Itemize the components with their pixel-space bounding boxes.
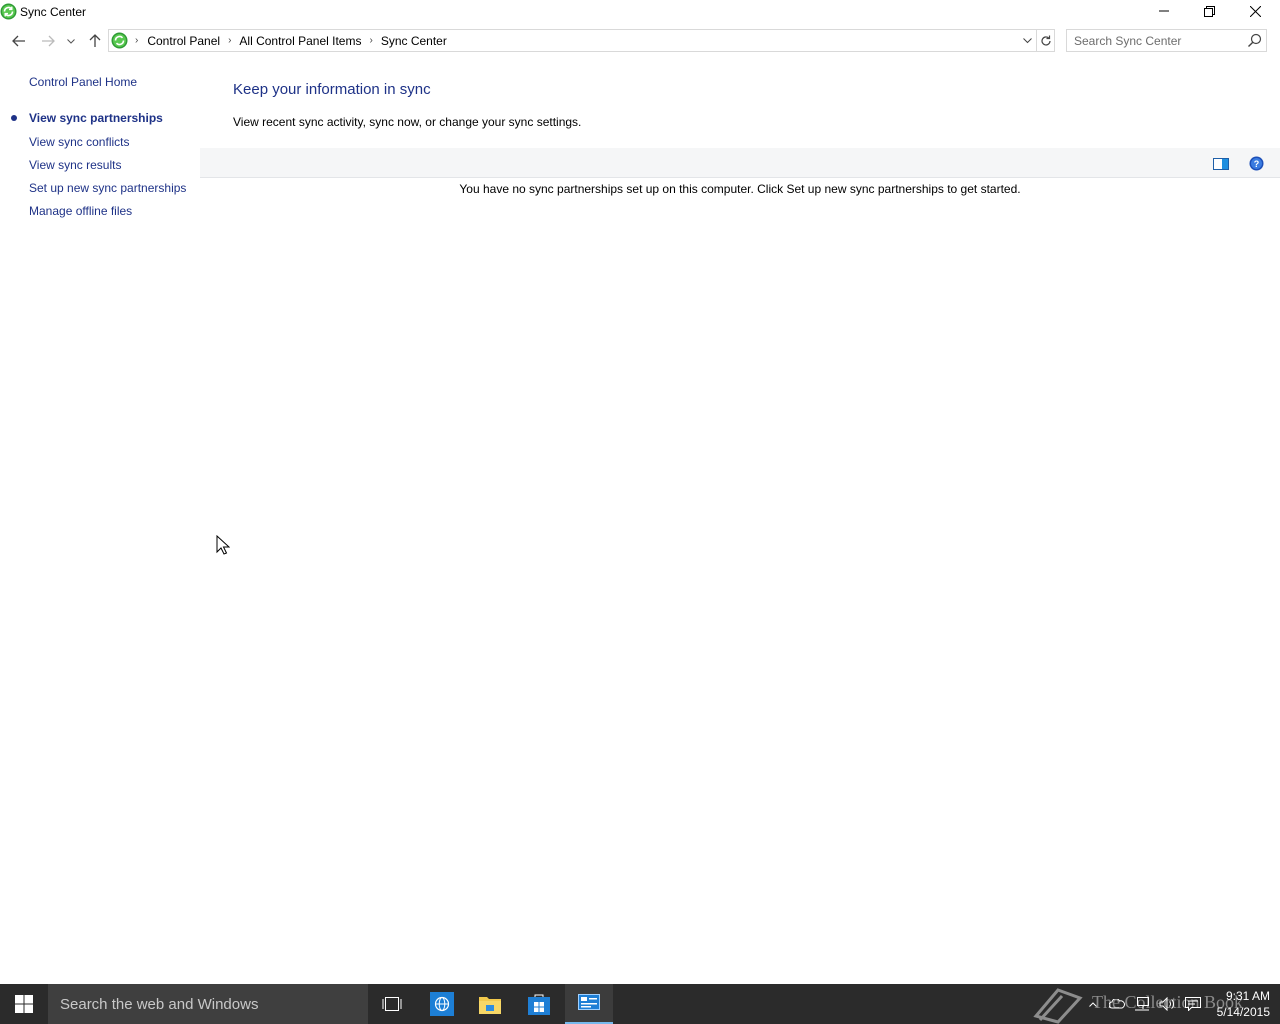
speaker-icon — [1159, 997, 1174, 1011]
globe-icon — [430, 992, 454, 1016]
svg-text:?: ? — [1254, 159, 1260, 169]
network-tray-button[interactable] — [1132, 984, 1152, 1024]
restore-icon — [1203, 5, 1215, 17]
address-dropdown-button[interactable] — [1018, 30, 1036, 51]
minimize-icon — [1159, 10, 1169, 12]
chevron-right-icon[interactable]: › — [135, 35, 138, 46]
show-hidden-icons-button[interactable] — [1086, 984, 1100, 1024]
restore-button[interactable] — [1186, 0, 1232, 22]
notification-icon — [1185, 997, 1201, 1011]
taskbar: Search the web and Windows The Collectio… — [0, 984, 1280, 1024]
book-logo-icon — [1033, 988, 1083, 1024]
title-bar: Sync Center — [0, 0, 1280, 24]
task-view-button[interactable] — [368, 984, 416, 1024]
sidebar-item-manage-offline-files[interactable]: Manage offline files — [29, 204, 132, 218]
search-icon[interactable] — [1247, 33, 1262, 48]
sync-center-icon — [0, 3, 17, 20]
page-subtitle: View recent sync activity, sync now, or … — [233, 115, 582, 129]
active-item-bullet — [11, 115, 17, 121]
breadcrumb-all-control-panel-items[interactable]: All Control Panel Items — [239, 34, 361, 48]
back-arrow-icon — [12, 35, 25, 47]
windows-logo-icon — [15, 995, 33, 1013]
system-clock[interactable]: 9:31 AM 5/14/2015 — [1208, 988, 1270, 1020]
clock-date: 5/14/2015 — [1216, 1005, 1270, 1019]
taskbar-control-panel-button[interactable] — [565, 984, 613, 1024]
sync-center-icon — [111, 32, 128, 49]
chevron-down-icon — [67, 38, 75, 44]
store-icon — [528, 994, 550, 1015]
cloud-icon — [1109, 999, 1125, 1009]
search-box — [1066, 29, 1267, 52]
control-panel-icon — [578, 994, 600, 1010]
close-icon — [1249, 5, 1261, 17]
breadcrumb-control-panel[interactable]: Control Panel — [147, 34, 220, 48]
search-input[interactable] — [1067, 30, 1242, 51]
sidebar-item-set-up-new-sync-partnerships[interactable]: Set up new sync partnerships — [29, 181, 186, 195]
up-button[interactable] — [84, 30, 106, 52]
help-icon: ? — [1249, 156, 1264, 171]
recent-locations-button[interactable] — [61, 30, 81, 52]
window-title: Sync Center — [20, 5, 87, 19]
preview-pane-icon — [1212, 157, 1229, 170]
breadcrumb-sync-center[interactable]: Sync Center — [381, 34, 447, 48]
forward-arrow-icon — [42, 35, 55, 47]
sidebar-item-view-sync-partnerships[interactable]: View sync partnerships — [29, 111, 163, 125]
taskbar-browser-button[interactable] — [418, 984, 466, 1024]
close-button[interactable] — [1232, 0, 1278, 22]
address-bar[interactable]: › Control Panel › All Control Panel Item… — [108, 29, 1055, 52]
action-center-button[interactable] — [1183, 984, 1203, 1024]
command-bar: ? — [200, 148, 1280, 178]
mouse-cursor-icon — [216, 535, 230, 555]
taskbar-store-button[interactable] — [515, 984, 563, 1024]
chevron-right-icon[interactable]: › — [228, 35, 231, 46]
breadcrumb: › Control Panel › All Control Panel Item… — [135, 30, 447, 51]
taskbar-file-explorer-button[interactable] — [466, 984, 514, 1024]
help-button[interactable]: ? — [1248, 155, 1265, 172]
clock-time: 9:31 AM — [1225, 989, 1270, 1003]
task-view-icon — [382, 997, 402, 1011]
control-panel-home-link[interactable]: Control Panel Home — [29, 75, 137, 89]
chevron-up-icon — [1089, 1001, 1097, 1007]
up-arrow-icon — [89, 34, 101, 47]
sidebar-item-view-sync-conflicts[interactable]: View sync conflicts — [29, 135, 129, 149]
back-button[interactable] — [8, 30, 30, 52]
taskbar-search-box[interactable]: Search the web and Windows — [48, 984, 368, 1024]
page-title: Keep your information in sync — [233, 81, 431, 98]
refresh-button[interactable] — [1036, 30, 1055, 51]
network-icon — [1135, 997, 1149, 1011]
start-button[interactable] — [0, 984, 48, 1024]
refresh-icon — [1041, 35, 1051, 46]
chevron-down-icon — [1022, 37, 1032, 43]
volume-tray-button[interactable] — [1157, 984, 1177, 1024]
preview-pane-button[interactable] — [1212, 155, 1229, 172]
folder-icon — [479, 997, 501, 1014]
navigation-bar: › Control Panel › All Control Panel Item… — [0, 27, 1280, 55]
chevron-right-icon[interactable]: › — [369, 35, 372, 46]
empty-state-message: You have no sync partnerships set up on … — [459, 182, 1021, 196]
sidebar-item-view-sync-results[interactable]: View sync results — [29, 158, 121, 172]
forward-button[interactable] — [37, 30, 59, 52]
onedrive-tray-button[interactable] — [1108, 984, 1126, 1024]
taskbar-search-placeholder: Search the web and Windows — [60, 996, 259, 1013]
minimize-button[interactable] — [1141, 0, 1187, 22]
